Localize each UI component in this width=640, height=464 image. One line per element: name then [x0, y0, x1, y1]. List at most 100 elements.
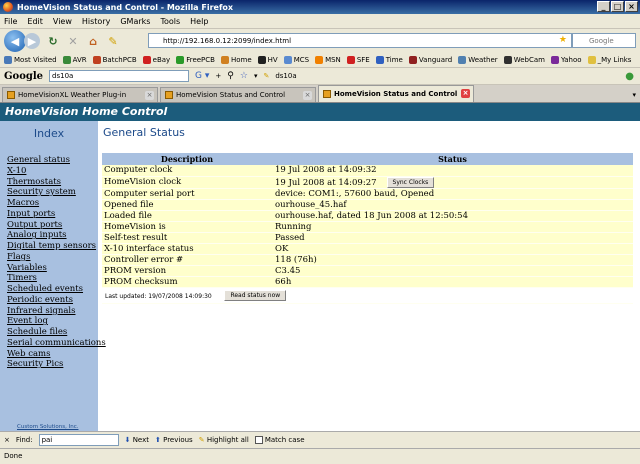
- star-icon[interactable]: ☆: [240, 71, 248, 81]
- bookmark-home[interactable]: Home: [220, 56, 252, 64]
- tab-close-icon[interactable]: ×: [303, 91, 312, 100]
- match-case-checkbox[interactable]: Match case: [254, 436, 305, 444]
- google-search-input[interactable]: ds10a: [49, 70, 190, 82]
- back-button[interactable]: ◀: [4, 30, 26, 52]
- bookmark-vanguard[interactable]: Vanguard: [408, 56, 452, 64]
- sidebar-link-scheduled-events[interactable]: Scheduled events: [7, 284, 97, 295]
- bookmark-freepcb[interactable]: FreePCB: [176, 56, 215, 64]
- row-status-value: 118 (76h): [275, 254, 317, 265]
- tab-weather-plugin[interactable]: HomeVisionXL Weather Plug-in ×: [2, 87, 158, 102]
- index-sidebar: Index General status X-10 Thermostats Secur…: [0, 121, 106, 431]
- bookmark-time[interactable]: Time: [375, 56, 403, 64]
- window-titlebar: HomeVision Status and Control - Mozilla …: [0, 0, 640, 14]
- read-status-button[interactable]: Read status now: [224, 289, 287, 301]
- bookmark-icon: [408, 56, 417, 64]
- menu-tools[interactable]: Tools: [160, 17, 180, 26]
- menu-edit[interactable]: Edit: [27, 17, 43, 26]
- search-input[interactable]: Google: [572, 33, 636, 48]
- menu-history[interactable]: History: [82, 17, 110, 26]
- sidebar-link-security-system[interactable]: Security system: [7, 187, 97, 198]
- tab-status-control-1[interactable]: HomeVision Status and Control ×: [160, 87, 316, 102]
- tab-bar: HomeVisionXL Weather Plug-in × HomeVisio…: [0, 85, 640, 103]
- sidebar-link-macros[interactable]: Macros: [7, 198, 97, 209]
- table-row: HomeVision clock 19 Jul 2008 at 14:09:27 S…: [102, 176, 633, 189]
- sidebar-link-web-cams[interactable]: Web cams: [7, 349, 97, 360]
- close-window-button[interactable]: ×: [625, 1, 638, 12]
- find-input[interactable]: pai: [38, 434, 119, 446]
- forward-button[interactable]: ▶: [24, 33, 40, 49]
- plus-icon[interactable]: +: [215, 72, 221, 80]
- bookmark-batchpcb[interactable]: BatchPCB: [92, 56, 137, 64]
- maximize-button[interactable]: □: [611, 1, 624, 12]
- find-previous-button[interactable]: ⬆ Previous: [155, 436, 193, 444]
- menu-file[interactable]: File: [4, 17, 17, 26]
- bookmark-webcam[interactable]: WebCam: [503, 56, 545, 64]
- sidebar-link-digital-temp-sensors[interactable]: Digital temp sensors: [7, 241, 97, 252]
- sidebar-link-serial-communications[interactable]: Serial communications: [7, 338, 106, 349]
- reload-icon[interactable]: ↻: [46, 34, 60, 48]
- sidebar-link-security-pics[interactable]: Security Pics: [7, 359, 97, 370]
- close-find-icon[interactable]: ×: [4, 436, 10, 444]
- pencil-icon[interactable]: ✎: [263, 72, 269, 80]
- bookmark-my-links[interactable]: _My Links: [587, 56, 631, 64]
- bookmark-icon: [458, 56, 467, 64]
- bookmark-icon: [550, 56, 559, 64]
- bookmark-menu-icon[interactable]: ▾: [254, 72, 258, 80]
- table-row: PROM checksum 66h: [102, 276, 633, 288]
- sidebar-link-x-10[interactable]: X-10: [7, 166, 97, 177]
- bookmark-sfe[interactable]: SFE: [346, 56, 370, 64]
- table-row: Controller error #118 (76h): [102, 254, 633, 266]
- google-search-icon[interactable]: G ▾: [195, 71, 209, 81]
- bookmark-most-visited[interactable]: Most Visited: [4, 56, 57, 64]
- bookmark-weather[interactable]: Weather: [458, 56, 498, 64]
- settings-icon[interactable]: ●: [625, 71, 634, 82]
- sidebar-link-input-ports[interactable]: Input ports: [7, 209, 97, 220]
- find-next-button[interactable]: ⬇ Next: [125, 436, 149, 444]
- bookmark-mcs[interactable]: MCS: [283, 56, 309, 64]
- navigation-toolbar: ◀ ▶ ↻ ✕ ⌂ ✎ http://192.168.0.12:2099/ind…: [0, 29, 640, 53]
- find-label: Find:: [15, 436, 33, 444]
- sidebar-link-infrared-signals[interactable]: Infrared signals: [7, 306, 97, 317]
- sidebar-link-general-status[interactable]: General status: [7, 155, 97, 166]
- bookmark-msn[interactable]: MSN: [315, 56, 341, 64]
- edit-icon[interactable]: ✎: [106, 34, 120, 48]
- bookmark-yahoo[interactable]: Yahoo: [550, 56, 582, 64]
- status-text: Done: [4, 452, 23, 460]
- sidebar-link-thermostats[interactable]: Thermostats: [7, 177, 97, 188]
- home-icon[interactable]: ⌂: [86, 34, 100, 48]
- tab-status-control-2[interactable]: HomeVision Status and Control ×: [318, 85, 474, 102]
- sidebar-link-flags[interactable]: Flags: [7, 252, 97, 263]
- tab-list-icon[interactable]: ▾: [632, 91, 636, 99]
- bookmark-icon: [4, 56, 12, 64]
- sync-clocks-button[interactable]: Sync Clocks: [386, 176, 435, 188]
- row-status: OK: [272, 243, 633, 255]
- tab-close-icon[interactable]: ×: [461, 89, 470, 98]
- query-button[interactable]: ds10a: [275, 72, 296, 80]
- bookmark-ebay[interactable]: eBay: [142, 56, 170, 64]
- minimize-button[interactable]: _: [597, 1, 610, 12]
- tab-close-icon[interactable]: ×: [145, 91, 154, 100]
- menu-gmarks[interactable]: GMarks: [120, 17, 150, 26]
- row-description: HomeVision clock: [102, 176, 272, 189]
- stop-icon[interactable]: ✕: [66, 34, 80, 48]
- bookmark-avr[interactable]: AVR: [62, 56, 87, 64]
- bookmark-hv[interactable]: HV: [257, 56, 278, 64]
- magnifier-icon[interactable]: ⚲: [227, 71, 234, 81]
- row-status-value: C3.45: [275, 265, 301, 276]
- sidebar-link-variables[interactable]: Variables: [7, 263, 97, 274]
- google-logo: Google: [4, 70, 44, 82]
- sidebar-link-output-ports[interactable]: Output ports: [7, 220, 97, 231]
- bookmark-star-icon[interactable]: ★: [559, 35, 567, 45]
- address-bar[interactable]: http://192.168.0.12:2099/index.html ★: [148, 33, 572, 48]
- sidebar-link-periodic-events[interactable]: Periodic events: [7, 295, 97, 306]
- sidebar-link-analog-inputs[interactable]: Analog inputs: [7, 230, 97, 241]
- sidebar-link-timers[interactable]: Timers: [7, 273, 97, 284]
- credit-link[interactable]: Custom Solutions, Inc.: [17, 424, 78, 430]
- menu-help[interactable]: Help: [190, 17, 208, 26]
- sidebar-link-event-log[interactable]: Event log: [7, 316, 97, 327]
- highlight-all-button[interactable]: ✎ Highlight all: [199, 436, 249, 444]
- menu-view[interactable]: View: [53, 17, 72, 26]
- tab-favicon: [323, 90, 331, 98]
- page-content: HomeVision Home Control Index General st…: [0, 103, 640, 431]
- sidebar-link-schedule-files[interactable]: Schedule files: [7, 327, 97, 338]
